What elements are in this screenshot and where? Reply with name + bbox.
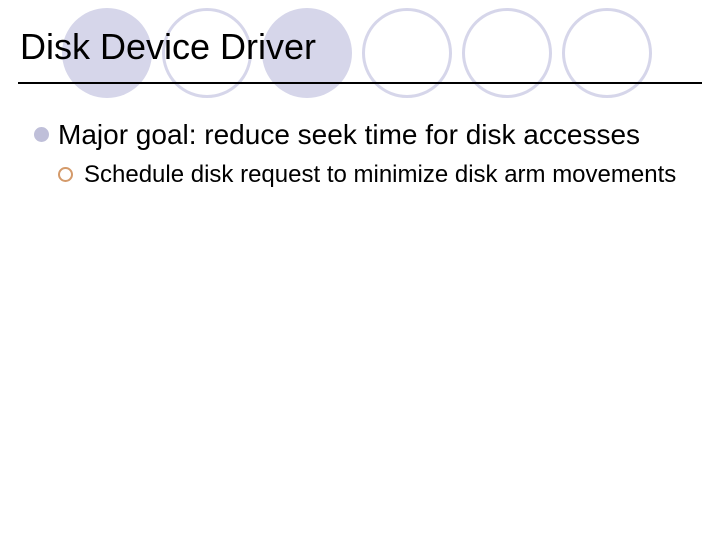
title-underline (18, 82, 702, 84)
circle-icon (562, 8, 652, 98)
slide: Disk Device Driver Major goal: reduce se… (0, 0, 720, 540)
disc-bullet-icon (34, 127, 49, 142)
bullet-level2: Schedule disk request to minimize disk a… (58, 161, 686, 189)
bullet-level2-text: Schedule disk request to minimize disk a… (84, 161, 676, 188)
bullet-level1-text: Major goal: reduce seek time for disk ac… (58, 119, 640, 150)
slide-body: Major goal: reduce seek time for disk ac… (34, 118, 686, 189)
ring-bullet-icon (58, 167, 73, 182)
circle-icon (462, 8, 552, 98)
bullet-level1: Major goal: reduce seek time for disk ac… (34, 118, 686, 151)
circle-icon (362, 8, 452, 98)
slide-title: Disk Device Driver (20, 26, 316, 68)
